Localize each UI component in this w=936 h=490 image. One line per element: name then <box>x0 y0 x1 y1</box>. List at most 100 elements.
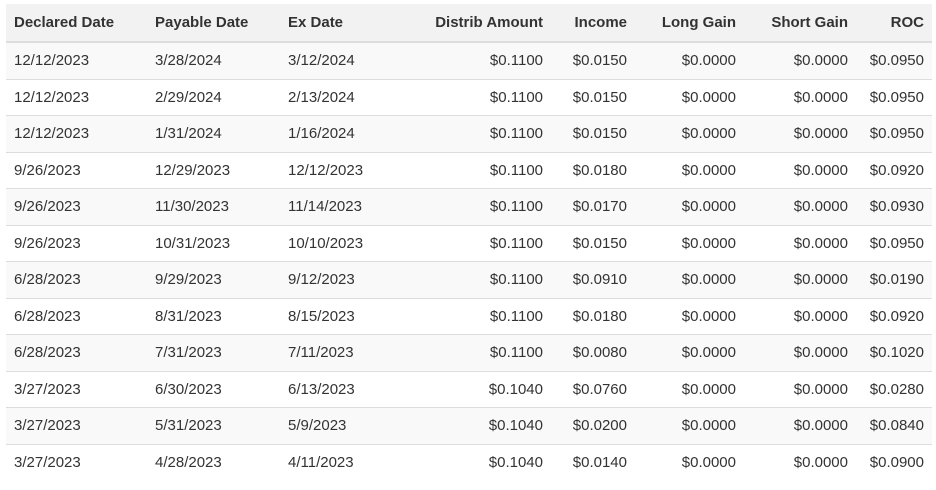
table-row: 6/28/2023 7/31/2023 7/11/2023 $0.1100 $0.008… <box>6 334 932 371</box>
cell-declared-date: 12/12/2023 <box>6 41 147 79</box>
cell-declared-date: 9/26/2023 <box>6 151 147 189</box>
cell-declared-date: 3/27/2023 <box>6 370 147 408</box>
cell-short-gain: $0.0000 <box>744 297 856 335</box>
cell-ex-date: 3/12/2024 <box>280 41 402 79</box>
cell-income: $0.0150 <box>551 41 635 79</box>
cell-roc: $0.0920 <box>856 297 932 335</box>
cell-ex-date: 6/13/2023 <box>280 370 402 408</box>
cell-long-gain: $0.0000 <box>635 443 744 480</box>
cell-declared-date: 6/28/2023 <box>6 334 147 371</box>
column-header-payable-date[interactable]: Payable Date <box>147 4 280 43</box>
cell-short-gain: $0.0000 <box>744 188 856 225</box>
column-header-long-gain[interactable]: Long Gain <box>635 4 744 43</box>
table-body: 12/12/2023 3/28/2024 3/12/2024 $0.1100 $0.01… <box>6 41 932 480</box>
table-row: 9/26/2023 12/29/2023 12/12/2023 $0.1100 $0.0… <box>6 151 932 189</box>
cell-declared-date: 9/26/2023 <box>6 188 147 225</box>
table-row: 12/12/2023 3/28/2024 3/12/2024 $0.1100 $0.01… <box>6 41 932 79</box>
column-header-income[interactable]: Income <box>551 4 635 43</box>
cell-ex-date: 7/11/2023 <box>280 334 402 371</box>
cell-roc: $0.0920 <box>856 151 932 189</box>
cell-roc: $0.0930 <box>856 188 932 225</box>
cell-payable-date: 1/31/2024 <box>147 115 280 152</box>
cell-ex-date: 8/15/2023 <box>280 297 402 335</box>
cell-long-gain: $0.0000 <box>635 334 744 371</box>
cell-distrib-amount: $0.1100 <box>402 188 551 225</box>
cell-long-gain: $0.0000 <box>635 224 744 262</box>
cell-distrib-amount: $0.1040 <box>402 370 551 408</box>
cell-payable-date: 11/30/2023 <box>147 188 280 225</box>
cell-long-gain: $0.0000 <box>635 78 744 116</box>
cell-income: $0.0760 <box>551 370 635 408</box>
cell-short-gain: $0.0000 <box>744 224 856 262</box>
table-row: 12/12/2023 2/29/2024 2/13/2024 $0.1100 $0.01… <box>6 78 932 116</box>
cell-roc: $0.0950 <box>856 78 932 116</box>
cell-long-gain: $0.0000 <box>635 261 744 298</box>
cell-payable-date: 6/30/2023 <box>147 370 280 408</box>
cell-payable-date: 5/31/2023 <box>147 407 280 444</box>
cell-income: $0.0170 <box>551 188 635 225</box>
cell-short-gain: $0.0000 <box>744 41 856 79</box>
cell-income: $0.0080 <box>551 334 635 371</box>
cell-declared-date: 3/27/2023 <box>6 407 147 444</box>
table-row: 3/27/2023 5/31/2023 5/9/2023 $0.1040 $0.0200… <box>6 407 932 444</box>
cell-long-gain: $0.0000 <box>635 407 744 444</box>
distribution-history-table: Declared Date Payable Date Ex Date Distr… <box>6 4 932 480</box>
cell-payable-date: 2/29/2024 <box>147 78 280 116</box>
cell-ex-date: 12/12/2023 <box>280 151 402 189</box>
cell-declared-date: 3/27/2023 <box>6 443 147 480</box>
cell-payable-date: 9/29/2023 <box>147 261 280 298</box>
cell-ex-date: 4/11/2023 <box>280 443 402 480</box>
table-row: 9/26/2023 10/31/2023 10/10/2023 $0.1100 $0.0… <box>6 224 932 262</box>
cell-ex-date: 9/12/2023 <box>280 261 402 298</box>
table-header: Declared Date Payable Date Ex Date Distr… <box>6 4 932 43</box>
cell-roc: $0.0900 <box>856 443 932 480</box>
cell-roc: $0.1020 <box>856 334 932 371</box>
cell-distrib-amount: $0.1100 <box>402 334 551 371</box>
cell-payable-date: 10/31/2023 <box>147 224 280 262</box>
cell-distrib-amount: $0.1100 <box>402 224 551 262</box>
cell-distrib-amount: $0.1040 <box>402 443 551 480</box>
cell-payable-date: 8/31/2023 <box>147 297 280 335</box>
cell-long-gain: $0.0000 <box>635 188 744 225</box>
cell-ex-date: 1/16/2024 <box>280 115 402 152</box>
cell-short-gain: $0.0000 <box>744 115 856 152</box>
cell-distrib-amount: $0.1100 <box>402 41 551 79</box>
cell-distrib-amount: $0.1100 <box>402 151 551 189</box>
table-row: 6/28/2023 8/31/2023 8/15/2023 $0.1100 $0.018… <box>6 297 932 335</box>
cell-payable-date: 7/31/2023 <box>147 334 280 371</box>
cell-short-gain: $0.0000 <box>744 151 856 189</box>
cell-income: $0.0200 <box>551 407 635 444</box>
cell-roc: $0.0950 <box>856 224 932 262</box>
header-row: Declared Date Payable Date Ex Date Distr… <box>6 4 932 43</box>
column-header-ex-date[interactable]: Ex Date <box>280 4 402 43</box>
cell-roc: $0.0840 <box>856 407 932 444</box>
cell-distrib-amount: $0.1040 <box>402 407 551 444</box>
cell-short-gain: $0.0000 <box>744 261 856 298</box>
column-header-distrib-amount[interactable]: Distrib Amount <box>402 4 551 43</box>
cell-ex-date: 11/14/2023 <box>280 188 402 225</box>
cell-short-gain: $0.0000 <box>744 370 856 408</box>
cell-income: $0.0150 <box>551 78 635 116</box>
cell-distrib-amount: $0.1100 <box>402 78 551 116</box>
table-row: 12/12/2023 1/31/2024 1/16/2024 $0.1100 $0.01… <box>6 115 932 152</box>
cell-long-gain: $0.0000 <box>635 297 744 335</box>
cell-payable-date: 3/28/2024 <box>147 41 280 79</box>
cell-income: $0.0910 <box>551 261 635 298</box>
cell-ex-date: 5/9/2023 <box>280 407 402 444</box>
cell-distrib-amount: $0.1100 <box>402 297 551 335</box>
column-header-short-gain[interactable]: Short Gain <box>744 4 856 43</box>
cell-declared-date: 6/28/2023 <box>6 297 147 335</box>
column-header-declared-date[interactable]: Declared Date <box>6 4 147 43</box>
cell-ex-date: 10/10/2023 <box>280 224 402 262</box>
cell-roc: $0.0280 <box>856 370 932 408</box>
column-header-roc[interactable]: ROC <box>856 4 932 43</box>
cell-short-gain: $0.0000 <box>744 334 856 371</box>
cell-long-gain: $0.0000 <box>635 151 744 189</box>
table-row: 3/27/2023 4/28/2023 4/11/2023 $0.1040 $0.014… <box>6 443 932 480</box>
cell-distrib-amount: $0.1100 <box>402 115 551 152</box>
cell-long-gain: $0.0000 <box>635 41 744 79</box>
cell-declared-date: 12/12/2023 <box>6 78 147 116</box>
table-row: 6/28/2023 9/29/2023 9/12/2023 $0.1100 $0.091… <box>6 261 932 298</box>
cell-income: $0.0150 <box>551 115 635 152</box>
cell-declared-date: 6/28/2023 <box>6 261 147 298</box>
